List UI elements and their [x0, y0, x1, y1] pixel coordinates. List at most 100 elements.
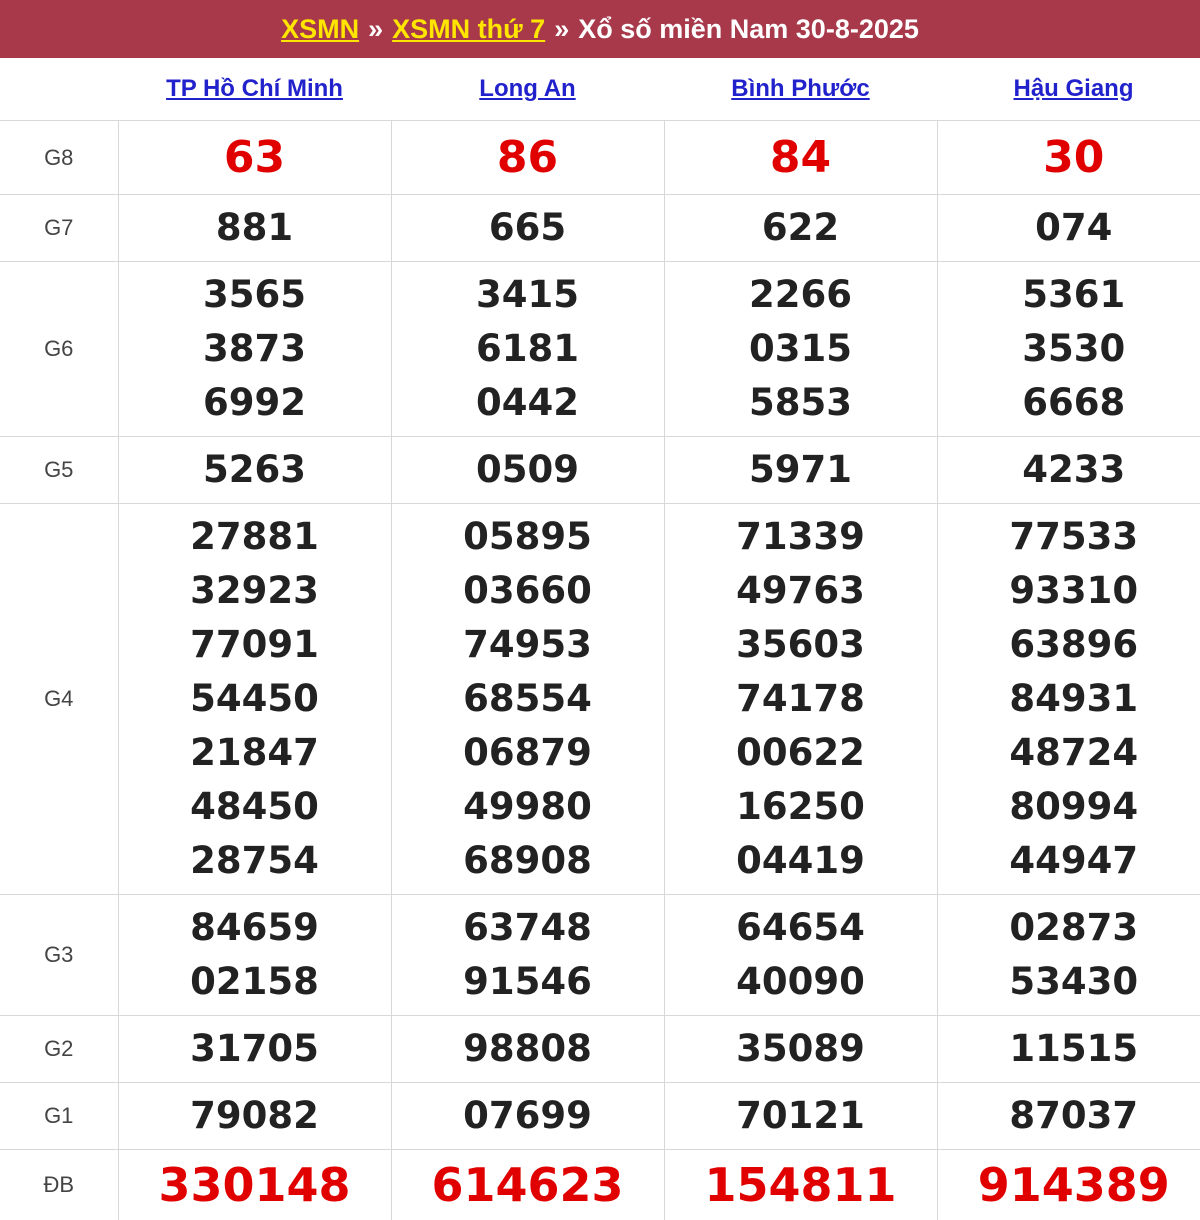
- prize-cell: 31705: [118, 1016, 391, 1083]
- prize-number: 74953: [392, 618, 664, 672]
- prize-number: 3565: [119, 268, 391, 322]
- prize-row: G635653873699234156181044222660315585353…: [0, 262, 1200, 437]
- prize-number: 44947: [938, 834, 1200, 888]
- prize-label: G6: [0, 262, 118, 437]
- prize-number: 04419: [665, 834, 937, 888]
- prize-number: 3530: [938, 322, 1200, 376]
- prize-number: 5853: [665, 376, 937, 430]
- prize-number: 622: [665, 201, 937, 255]
- province-link[interactable]: TP Hồ Chí Minh: [166, 75, 343, 102]
- prize-number: 68908: [392, 834, 664, 888]
- prize-cell: 4233: [937, 437, 1200, 504]
- prize-number: 93310: [938, 564, 1200, 618]
- prize-label: G7: [0, 195, 118, 262]
- prize-cell: 5971: [664, 437, 937, 504]
- province-link[interactable]: Hậu Giang: [1013, 75, 1133, 102]
- prize-cell: 79082: [118, 1083, 391, 1150]
- prize-number: 49980: [392, 780, 664, 834]
- prize-row: G384659021586374891546646544009002873534…: [0, 895, 1200, 1016]
- prize-number: 84931: [938, 672, 1200, 726]
- prize-cell: 356538736992: [118, 262, 391, 437]
- prize-number: 5263: [119, 443, 391, 497]
- prize-cell: 07699: [391, 1083, 664, 1150]
- prize-number: 84659: [119, 901, 391, 955]
- prize-number: 07699: [392, 1089, 664, 1143]
- prize-number: 881: [119, 201, 391, 255]
- prize-label: G3: [0, 895, 118, 1016]
- prize-number: 614623: [392, 1158, 664, 1212]
- prize-cell: 11515: [937, 1016, 1200, 1083]
- prize-number: 53430: [938, 955, 1200, 1009]
- prize-row: G55263050959714233: [0, 437, 1200, 504]
- prize-number: 30: [938, 131, 1200, 185]
- prize-number: 86: [392, 131, 664, 185]
- prize-row: G863868430: [0, 121, 1200, 195]
- prize-number: 32923: [119, 564, 391, 618]
- prize-number: 63896: [938, 618, 1200, 672]
- prize-number: 80994: [938, 780, 1200, 834]
- prize-cell: 98808: [391, 1016, 664, 1083]
- prize-number: 48724: [938, 726, 1200, 780]
- province-header: Long An: [391, 58, 664, 121]
- prize-number: 5361: [938, 268, 1200, 322]
- prize-row: G179082076997012187037: [0, 1083, 1200, 1150]
- breadcrumb-separator: »: [554, 14, 569, 45]
- prize-cell: 86: [391, 121, 664, 195]
- prize-number: 64654: [665, 901, 937, 955]
- prize-number: 77533: [938, 510, 1200, 564]
- prize-cell: 8465902158: [118, 895, 391, 1016]
- prize-row: G427881329237709154450218474845028754058…: [0, 504, 1200, 895]
- prize-label: G1: [0, 1083, 118, 1150]
- prize-number: 63: [119, 131, 391, 185]
- prize-number: 91546: [392, 955, 664, 1009]
- prize-row: G231705988083508911515: [0, 1016, 1200, 1083]
- prize-cell: 63: [118, 121, 391, 195]
- prize-cell: 71339497633560374178006221625004419: [664, 504, 937, 895]
- prize-cell: 70121: [664, 1083, 937, 1150]
- prize-label: G2: [0, 1016, 118, 1083]
- prize-cell: 330148: [118, 1150, 391, 1220]
- prize-column-header: [0, 58, 118, 121]
- prize-cell: 05895036607495368554068794998068908: [391, 504, 664, 895]
- prize-cell: 226603155853: [664, 262, 937, 437]
- prize-number: 28754: [119, 834, 391, 888]
- prize-number: 3873: [119, 322, 391, 376]
- prize-number: 06879: [392, 726, 664, 780]
- prize-number: 02158: [119, 955, 391, 1009]
- prize-cell: 622: [664, 195, 937, 262]
- prize-number: 074: [938, 201, 1200, 255]
- prize-number: 68554: [392, 672, 664, 726]
- prize-cell: 614623: [391, 1150, 664, 1220]
- prize-number: 70121: [665, 1089, 937, 1143]
- prize-cell: 6465440090: [664, 895, 937, 1016]
- prize-number: 00622: [665, 726, 937, 780]
- prize-number: 16250: [665, 780, 937, 834]
- prize-number: 77091: [119, 618, 391, 672]
- prize-number: 11515: [938, 1022, 1200, 1076]
- prize-number: 6181: [392, 322, 664, 376]
- xsmn-link[interactable]: XSMN: [281, 14, 359, 45]
- prize-number: 05895: [392, 510, 664, 564]
- prize-cell: 84: [664, 121, 937, 195]
- prize-number: 3415: [392, 268, 664, 322]
- prize-number: 330148: [119, 1158, 391, 1212]
- prize-number: 98808: [392, 1022, 664, 1076]
- prize-number: 4233: [938, 443, 1200, 497]
- prize-cell: 0287353430: [937, 895, 1200, 1016]
- breadcrumb-separator: »: [368, 14, 383, 45]
- prize-cell: 30: [937, 121, 1200, 195]
- prize-number: 665: [392, 201, 664, 255]
- prize-number: 31705: [119, 1022, 391, 1076]
- prize-cell: 074: [937, 195, 1200, 262]
- prize-cell: 881: [118, 195, 391, 262]
- prize-number: 27881: [119, 510, 391, 564]
- prize-cell: 87037: [937, 1083, 1200, 1150]
- province-link[interactable]: Bình Phước: [731, 75, 869, 102]
- prize-cell: 914389: [937, 1150, 1200, 1220]
- prize-number: 79082: [119, 1089, 391, 1143]
- xsmn-thu7-link[interactable]: XSMN thứ 7: [392, 14, 545, 45]
- province-header: Hậu Giang: [937, 58, 1200, 121]
- prize-label: G4: [0, 504, 118, 895]
- province-link[interactable]: Long An: [479, 75, 575, 102]
- prize-row: ĐB330148614623154811914389: [0, 1150, 1200, 1220]
